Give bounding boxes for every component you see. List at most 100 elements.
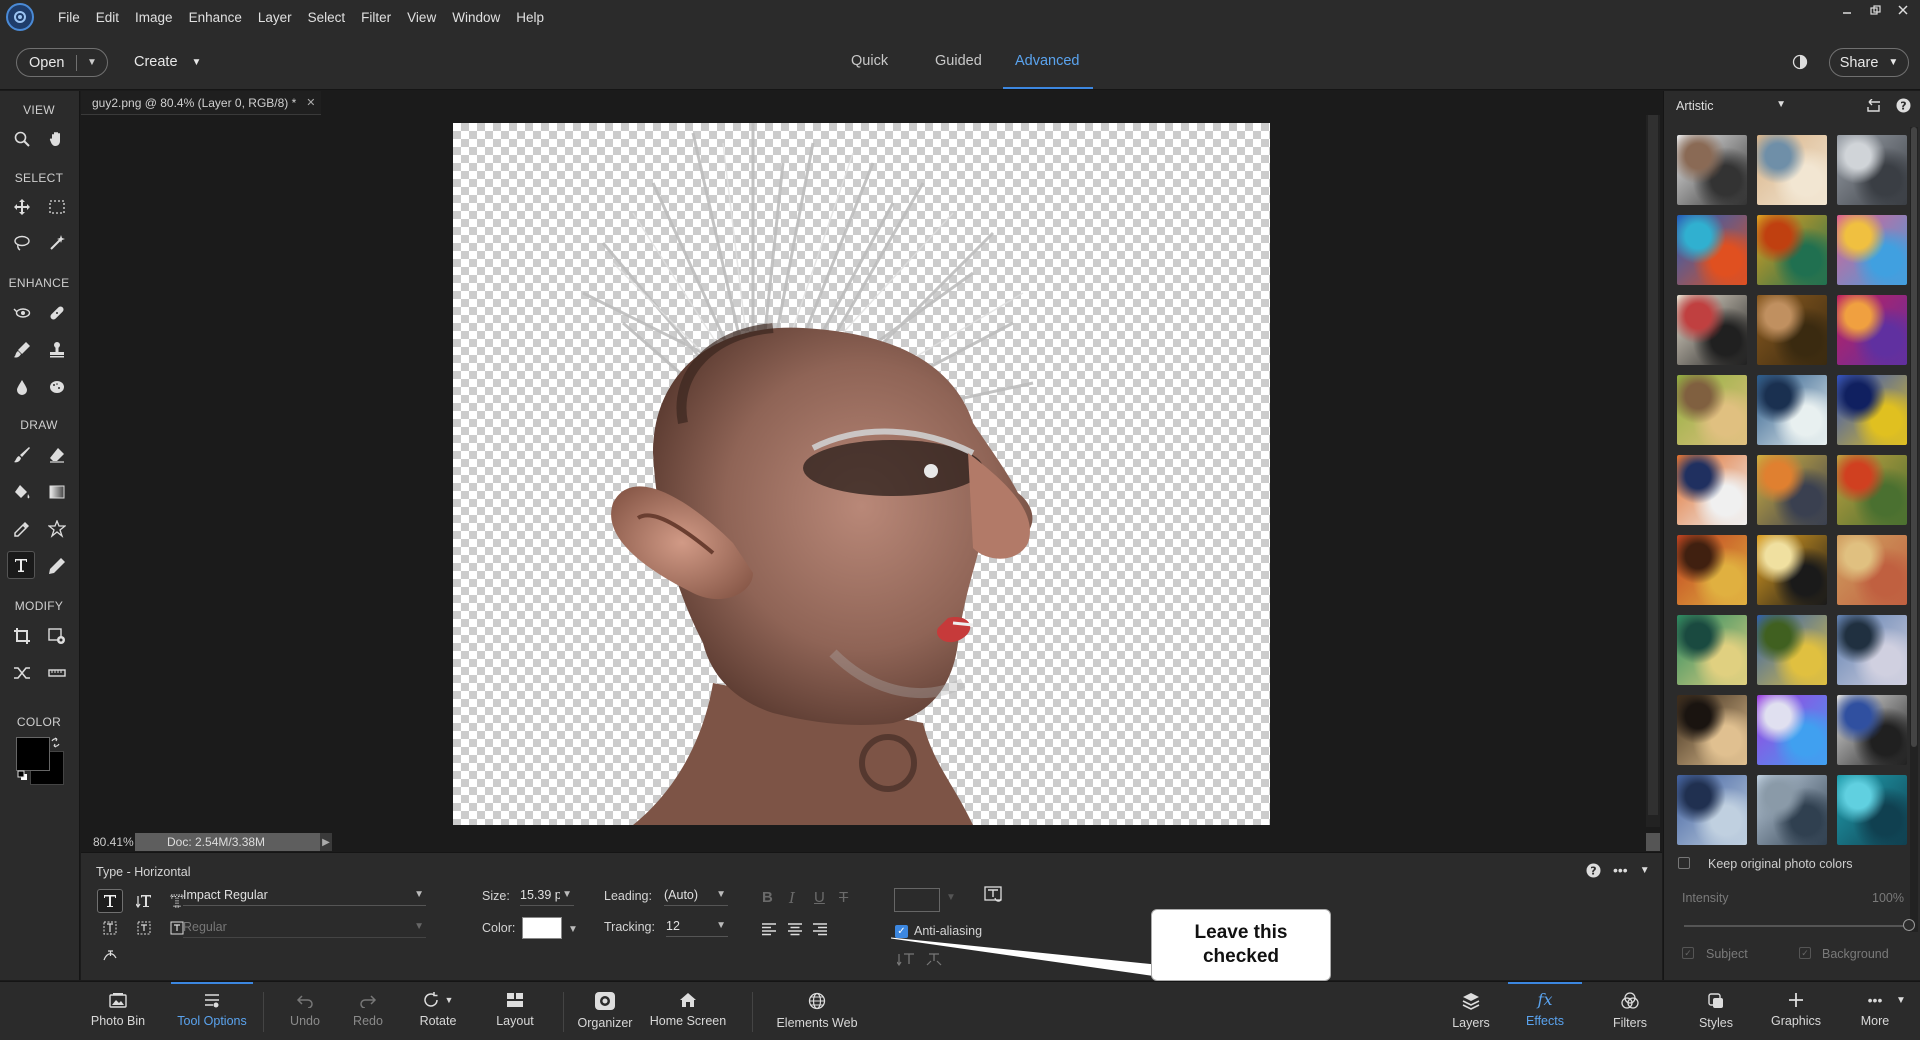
default-colors-icon[interactable] [17,770,28,781]
tracking-select[interactable]: 12 ▼ [666,915,728,937]
align-left-icon[interactable] [761,922,777,936]
help-icon[interactable]: ? [1896,98,1911,113]
graphics-button[interactable]: Graphics [1764,982,1828,1040]
tool-options-button[interactable]: Tool Options [171,982,253,1040]
effect-thumbnail[interactable] [1677,775,1747,845]
chevron-down-icon[interactable]: ▼ [946,892,956,903]
tracking-value[interactable]: 12 [666,919,680,933]
chevron-down-icon[interactable]: ▼ [568,924,578,935]
intensity-slider-handle[interactable] [1903,919,1915,931]
clone-stamp-icon[interactable] [43,336,71,364]
image-canvas[interactable] [453,123,1270,825]
size-select[interactable]: 15.39 p ▼ [520,884,574,906]
strikethrough-icon[interactable]: T [839,889,848,906]
home-screen-button[interactable]: Home Screen [649,982,727,1040]
effect-thumbnail[interactable] [1837,215,1907,285]
app-logo-icon[interactable] [6,3,34,31]
effects-button[interactable]: fx Effects [1508,982,1582,1040]
menu-image[interactable]: Image [127,0,181,34]
effect-thumbnail[interactable] [1837,375,1907,445]
effect-thumbnail[interactable] [1757,135,1827,205]
layout-button[interactable]: Layout [493,982,537,1040]
subject-checkbox[interactable]: ✓ [1682,947,1694,959]
recompose-tool-icon[interactable] [43,622,71,650]
menu-view[interactable]: View [399,0,444,34]
crop-tool-icon[interactable] [8,622,36,650]
eraser-tool-icon[interactable] [43,441,71,469]
zoom-tool-icon[interactable] [8,125,36,153]
share-button[interactable]: Share ▼ [1829,48,1909,77]
intensity-slider[interactable] [1684,925,1909,927]
effects-scrollbar[interactable] [1910,127,1918,932]
scroll-thumb[interactable] [1911,127,1917,747]
lasso-tool-icon[interactable] [8,229,36,257]
restore-icon[interactable] [1864,2,1886,18]
effect-thumbnail[interactable] [1677,535,1747,605]
bold-icon[interactable]: B [762,889,773,906]
rotate-button[interactable]: ▼ Rotate [415,982,461,1040]
foreground-color-swatch[interactable] [16,737,50,771]
close-icon[interactable] [1892,2,1914,18]
underline-icon[interactable]: U [814,889,825,906]
help-icon[interactable]: ? [1586,863,1601,878]
collapse-panel-icon[interactable]: ▼ [1640,865,1650,876]
effect-thumbnail[interactable] [1757,375,1827,445]
tab-advanced[interactable]: Advanced [1015,53,1080,69]
effect-thumbnail[interactable] [1677,615,1747,685]
effect-thumbnail[interactable] [1837,295,1907,365]
zoom-level[interactable]: 80.41% [81,835,135,849]
elements-web-button[interactable]: Elements Web [774,982,860,1040]
document-tab[interactable]: guy2.png @ 80.4% (Layer 0, RGB/8) * ✕ [81,91,321,115]
chevron-down-icon[interactable]: ▼ [1896,995,1906,1006]
menu-edit[interactable]: Edit [88,0,127,34]
menu-window[interactable]: Window [444,0,508,34]
effect-thumbnail[interactable] [1677,215,1747,285]
paint-bucket-icon[interactable] [8,478,36,506]
italic-icon[interactable]: I [789,889,795,907]
layers-button[interactable]: Layers [1448,982,1494,1040]
hand-tool-icon[interactable] [43,125,71,153]
menu-layer[interactable]: Layer [250,0,300,34]
menu-filter[interactable]: Filter [353,0,399,34]
swap-colors-icon[interactable] [50,737,61,748]
menu-file[interactable]: File [50,0,88,34]
spot-healing-brush-icon[interactable] [43,299,71,327]
organizer-button[interactable]: Organizer [574,982,636,1040]
effect-thumbnail[interactable] [1757,455,1827,525]
font-style-select[interactable]: Regular ▼ [183,916,426,938]
effects-category-select[interactable]: Artistic ▼ [1676,99,1786,113]
rectangular-marquee-icon[interactable] [43,193,71,221]
menu-help[interactable]: Help [508,0,552,34]
reset-icon[interactable] [1866,99,1882,113]
magic-wand-icon[interactable] [43,229,71,257]
leading-select[interactable]: (Auto) ▼ [664,884,728,906]
sponge-tool-icon[interactable] [43,373,71,401]
effect-thumbnail[interactable] [1757,695,1827,765]
styles-button[interactable]: Styles [1692,982,1740,1040]
undo-button[interactable]: Undo [285,982,325,1040]
photo-bin-button[interactable]: Photo Bin [89,982,147,1040]
effect-thumbnail[interactable] [1837,535,1907,605]
size-value[interactable]: 15.39 p [520,888,560,902]
effect-thumbnail[interactable] [1677,135,1747,205]
font-family-select[interactable]: Impact Regular ▼ [183,884,426,906]
filters-button[interactable]: Filters [1606,982,1654,1040]
effect-thumbnail[interactable] [1837,695,1907,765]
chevron-right-icon[interactable]: ▶ [320,833,332,851]
text-on-selection-icon[interactable] [131,916,157,940]
effect-thumbnail[interactable] [1837,135,1907,205]
tab-quick[interactable]: Quick [851,53,888,69]
minimize-icon[interactable] [1836,2,1858,18]
text-color-swatch[interactable] [522,917,562,939]
keep-colors-checkbox[interactable] [1678,857,1690,869]
style-swatch[interactable] [894,888,940,912]
effect-thumbnail[interactable] [1677,375,1747,445]
effect-thumbnail[interactable] [1757,535,1827,605]
pencil-tool-icon[interactable] [43,552,71,580]
vertical-scrollbar[interactable] [1646,115,1660,827]
create-button[interactable]: Create ▼ [134,54,201,70]
effect-thumbnail[interactable] [1757,295,1827,365]
background-checkbox[interactable]: ✓ [1799,947,1811,959]
type-tool-icon[interactable] [7,551,35,579]
eyedropper-icon[interactable] [8,515,36,543]
